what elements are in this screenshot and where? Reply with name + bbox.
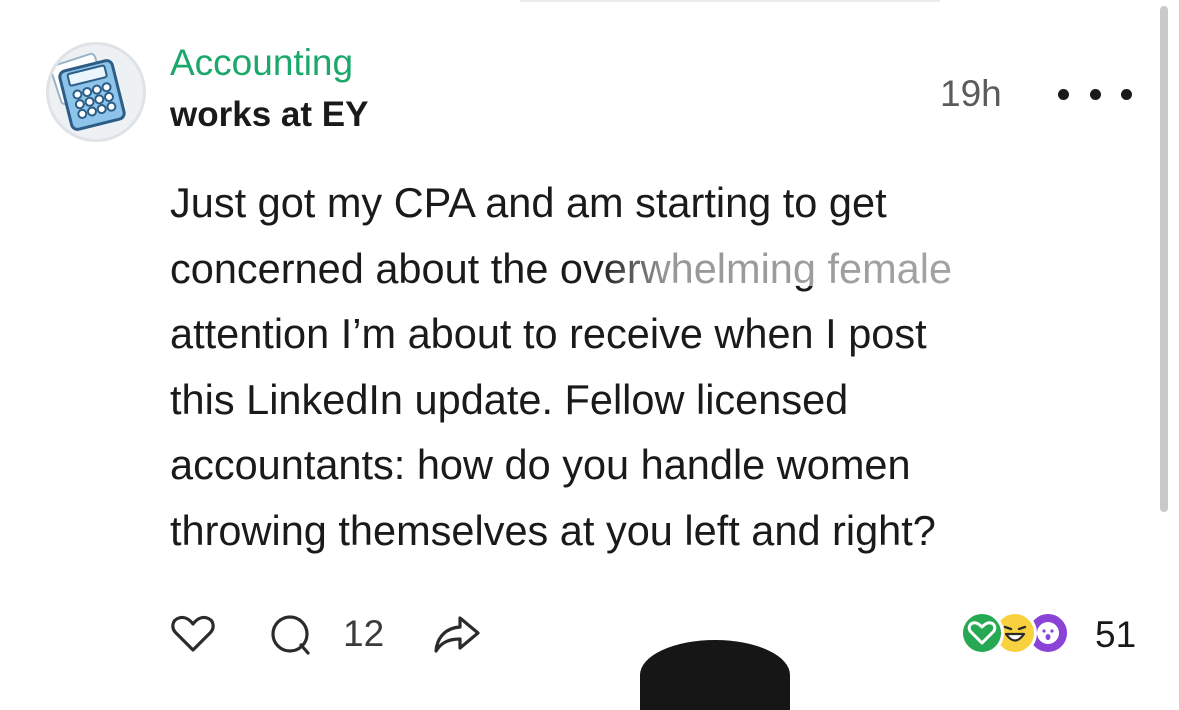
post-timestamp: 19h [940, 73, 1002, 114]
reaction-count: 51 [1095, 614, 1137, 655]
post-body: Just got my CPA and am starting to get c… [170, 170, 1160, 563]
more-dot [1121, 88, 1132, 100]
post-body-line: accountants: how do you handle women [170, 441, 911, 488]
post-body-line: Just got my CPA and am starting to get [170, 179, 887, 226]
community-name[interactable]: Accounting [170, 42, 353, 84]
heart-outline-icon [171, 615, 215, 652]
partial-photo-edge [640, 640, 790, 710]
scrollbar[interactable] [1160, 6, 1168, 512]
heart-reaction-icon [960, 611, 1004, 655]
post-body-line: concerned about the overwhelming female [170, 244, 953, 292]
calculator-icon [49, 52, 126, 131]
more-dots-icon [1058, 88, 1069, 100]
share-button[interactable] [432, 612, 482, 656]
comment-button[interactable] [268, 612, 314, 658]
community-avatar[interactable] [46, 42, 146, 142]
post-body-line: attention I’m about to receive when I po… [170, 310, 927, 357]
share-arrow-icon [434, 616, 480, 653]
comment-count: 12 [343, 613, 385, 654]
more-dot [1089, 88, 1101, 100]
post-body-line: this LinkedIn update. Fellow licensed [170, 375, 849, 423]
author-employer: works at EY [170, 95, 369, 134]
more-options-button[interactable] [1058, 80, 1132, 108]
post-body-line: throwing themselves at you left and righ… [170, 506, 936, 554]
like-button[interactable] [170, 614, 216, 654]
top-divider [520, 0, 940, 2]
comment-bubble-icon [271, 615, 310, 655]
reaction-summary[interactable] [960, 611, 1084, 657]
